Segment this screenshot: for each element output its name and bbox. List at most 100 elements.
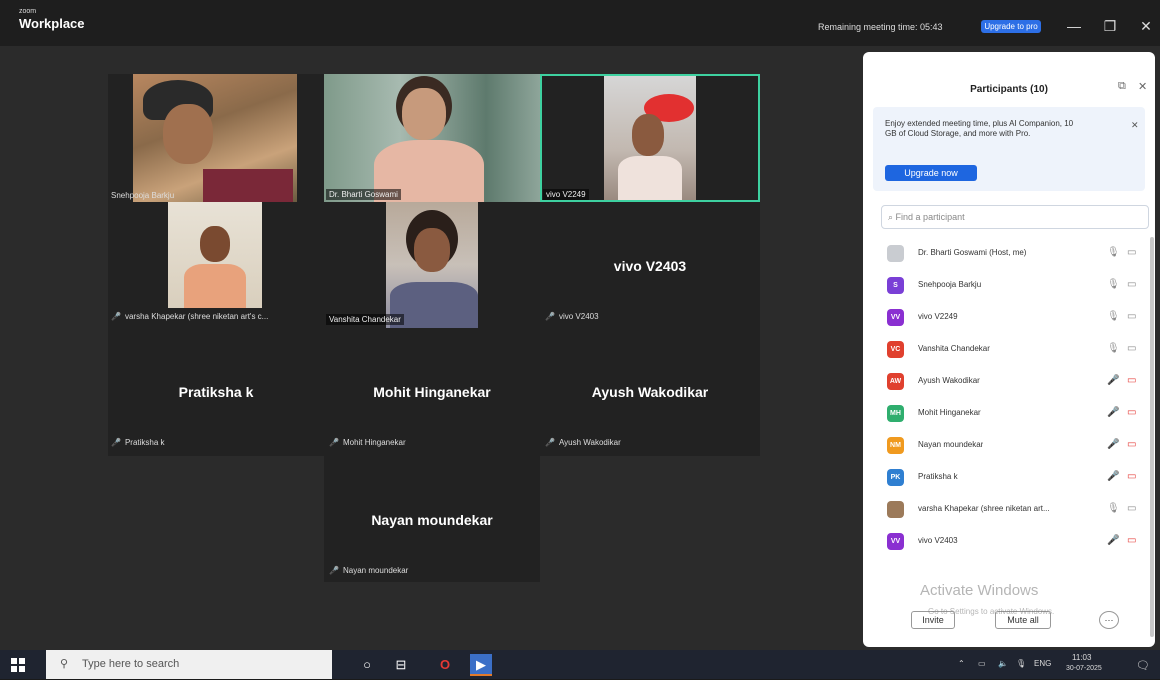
participant-row[interactable]: PK Pratiksha k 🎤 ▭ xyxy=(881,461,1145,493)
participant-row[interactable]: VV vivo V2403 🎤 ▭ xyxy=(881,525,1145,557)
participant-tag: 🎤 Pratiksha k xyxy=(111,438,165,447)
video-tile-vanshita[interactable]: Vanshita Chandekar xyxy=(324,202,540,330)
title-bar: zoom Workplace Remaining meeting time: 0… xyxy=(0,0,1160,46)
participant-name: Vanshita Chandekar xyxy=(918,344,990,353)
video-tile-ayush[interactable]: Ayush Wakodikar 🎤 Ayush Wakodikar xyxy=(540,330,760,456)
participant-row[interactable]: varsha Khapekar (shree niketan art... 🎙 ▭ xyxy=(881,493,1145,525)
participant-name: vivo V2403 xyxy=(918,536,958,545)
video-icon[interactable]: ▭ xyxy=(1127,311,1136,322)
tray-arrow-icon[interactable]: ⌃ xyxy=(958,659,965,668)
search-placeholder: Find a participant xyxy=(895,212,965,222)
participant-name: Mohit Hinganekar xyxy=(373,384,491,400)
participant-tag: 🎤 vivo V2403 xyxy=(545,312,599,321)
participant-avatar: MH xyxy=(887,405,904,422)
task-view-icon[interactable]: ⊟ xyxy=(390,654,412,676)
video-tile-vivo-v2403[interactable]: vivo V2403 🎤 vivo V2403 xyxy=(540,202,760,330)
popout-icon[interactable]: ⧉ xyxy=(1118,80,1126,93)
camera-feed xyxy=(324,74,540,202)
panel-close-icon[interactable]: ✕ xyxy=(1138,80,1147,93)
promo-close-icon[interactable]: ✕ xyxy=(1131,120,1139,131)
search-icon: ⌕ xyxy=(888,212,896,222)
windows-taskbar: ⚲ Type here to search ○ ⊟ O ▶ ⌃ ▭ 🔈 🎙 EN… xyxy=(0,650,1160,679)
camera-feed xyxy=(168,202,262,308)
participant-tag: 🎤 Ayush Wakodikar xyxy=(545,438,621,447)
mic-muted-icon[interactable]: 🎤 xyxy=(1107,535,1119,546)
language-indicator[interactable]: ENG xyxy=(1034,659,1051,668)
participant-row[interactable]: NM Nayan moundekar 🎤 ▭ xyxy=(881,429,1145,461)
participant-row[interactable]: VC Vanshita Chandekar 🎙 ▭ xyxy=(881,333,1145,365)
more-options-button[interactable]: ··· xyxy=(1099,611,1119,629)
clock-date[interactable]: 30-07-2025 xyxy=(1066,665,1102,672)
windows-start-icon[interactable] xyxy=(8,655,28,675)
mic-muted-icon[interactable]: 🎤 xyxy=(1107,375,1119,386)
panel-scrollbar[interactable] xyxy=(1150,237,1154,637)
upgrade-to-pro-button[interactable]: Upgrade to pro xyxy=(981,20,1041,33)
close-icon[interactable]: ✕ xyxy=(1134,14,1158,38)
notification-icon[interactable]: 🗨 xyxy=(1136,659,1150,672)
mic-tray-icon[interactable]: 🎙 xyxy=(1016,659,1026,668)
taskbar-search-box[interactable]: ⚲ Type here to search xyxy=(46,650,332,679)
mic-icon[interactable]: 🎙 xyxy=(1107,247,1120,258)
video-icon[interactable]: ▭ xyxy=(1127,279,1136,290)
participant-tag: Dr. Bharti Goswami xyxy=(326,189,401,200)
activate-windows-subtext: Go to Settings to activate Windows. xyxy=(928,607,1055,616)
participant-tag: Snehpooja Barkju xyxy=(111,191,175,200)
video-tile-pratiksha[interactable]: Pratiksha k 🎤 Pratiksha k xyxy=(108,330,324,456)
participant-tag-text: vivo V2403 xyxy=(558,312,599,321)
participant-name: Ayush Wakodikar xyxy=(918,376,980,385)
video-off-icon[interactable]: ▭ xyxy=(1127,439,1136,450)
participant-tag-text: Nayan moundekar xyxy=(342,566,409,575)
participant-name: Dr. Bharti Goswami (Host, me) xyxy=(918,248,1027,257)
participant-row[interactable]: MH Mohit Hinganekar 🎤 ▭ xyxy=(881,397,1145,429)
mic-muted-icon[interactable]: 🎤 xyxy=(1107,439,1119,450)
network-icon[interactable]: ▭ xyxy=(978,659,986,668)
mic-icon[interactable]: 🎙 xyxy=(1107,503,1120,514)
video-tile-vivo-v2249[interactable]: vivo V2249 xyxy=(540,74,760,202)
participant-avatar xyxy=(887,501,904,518)
mic-muted-icon: 🎤 xyxy=(545,438,555,447)
participant-avatar xyxy=(887,245,904,262)
participant-row[interactable]: Dr. Bharti Goswami (Host, me) 🎙 ▭ xyxy=(881,237,1145,269)
participant-row[interactable]: AW Ayush Wakodikar 🎤 ▭ xyxy=(881,365,1145,397)
mic-icon[interactable]: 🎙 xyxy=(1107,279,1120,290)
participant-avatar: VV xyxy=(887,533,904,550)
camera-feed xyxy=(133,74,297,202)
participant-search-input[interactable]: ⌕ Find a participant xyxy=(881,205,1149,229)
video-icon[interactable]: ▭ xyxy=(1127,503,1136,514)
upgrade-now-button[interactable]: Upgrade now xyxy=(885,165,977,181)
video-tile-mohit[interactable]: Mohit Hinganekar 🎤 Mohit Hinganekar xyxy=(324,330,540,456)
video-off-icon[interactable]: ▭ xyxy=(1127,535,1136,546)
minimize-icon[interactable]: — xyxy=(1062,14,1086,38)
video-icon[interactable]: ▭ xyxy=(1127,247,1136,258)
video-tile-snehpooja[interactable]: Snehpooja Barkju xyxy=(108,74,324,202)
mic-icon[interactable]: 🎙 xyxy=(1107,311,1120,322)
participant-row[interactable]: VV vivo V2249 🎙 ▭ xyxy=(881,301,1145,333)
mic-muted-icon: 🎤 xyxy=(111,312,121,321)
clock-time[interactable]: 11:03 xyxy=(1072,653,1091,662)
participant-name: Nayan moundekar xyxy=(371,512,493,528)
participant-name: Ayush Wakodikar xyxy=(591,384,709,400)
video-tile-bharti[interactable]: Dr. Bharti Goswami xyxy=(324,74,540,202)
participant-list: Dr. Bharti Goswami (Host, me) 🎙 ▭ S Snehpooj… xyxy=(881,237,1145,557)
participant-row[interactable]: S Snehpooja Barkju 🎙 ▭ xyxy=(881,269,1145,301)
mic-muted-icon[interactable]: 🎤 xyxy=(1107,407,1119,418)
mic-muted-icon[interactable]: 🎤 xyxy=(1107,471,1119,482)
video-tile-varsha[interactable]: 🎤 varsha Khapekar (shree niketan art's c.… xyxy=(108,202,324,330)
participant-avatar: S xyxy=(887,277,904,294)
volume-icon[interactable]: 🔈 xyxy=(998,659,1008,668)
camera-feed xyxy=(386,202,478,328)
video-off-icon[interactable]: ▭ xyxy=(1127,407,1136,418)
participant-tag-text: Pratiksha k xyxy=(124,438,165,447)
mic-icon[interactable]: 🎙 xyxy=(1107,343,1120,354)
participant-tag: vivo V2249 xyxy=(543,189,589,200)
opera-icon[interactable]: O xyxy=(434,654,456,676)
video-tile-nayan[interactable]: Nayan moundekar 🎤 Nayan moundekar xyxy=(324,456,540,582)
video-icon[interactable]: ▭ xyxy=(1127,343,1136,354)
search-icon: ⚲ xyxy=(60,658,69,670)
cortana-icon[interactable]: ○ xyxy=(356,654,378,676)
restore-icon[interactable]: ❐ xyxy=(1098,14,1122,38)
zoom-app-icon[interactable]: ▶ xyxy=(470,654,492,676)
participant-name: Snehpooja Barkju xyxy=(918,280,982,289)
video-off-icon[interactable]: ▭ xyxy=(1127,375,1136,386)
video-off-icon[interactable]: ▭ xyxy=(1127,471,1136,482)
